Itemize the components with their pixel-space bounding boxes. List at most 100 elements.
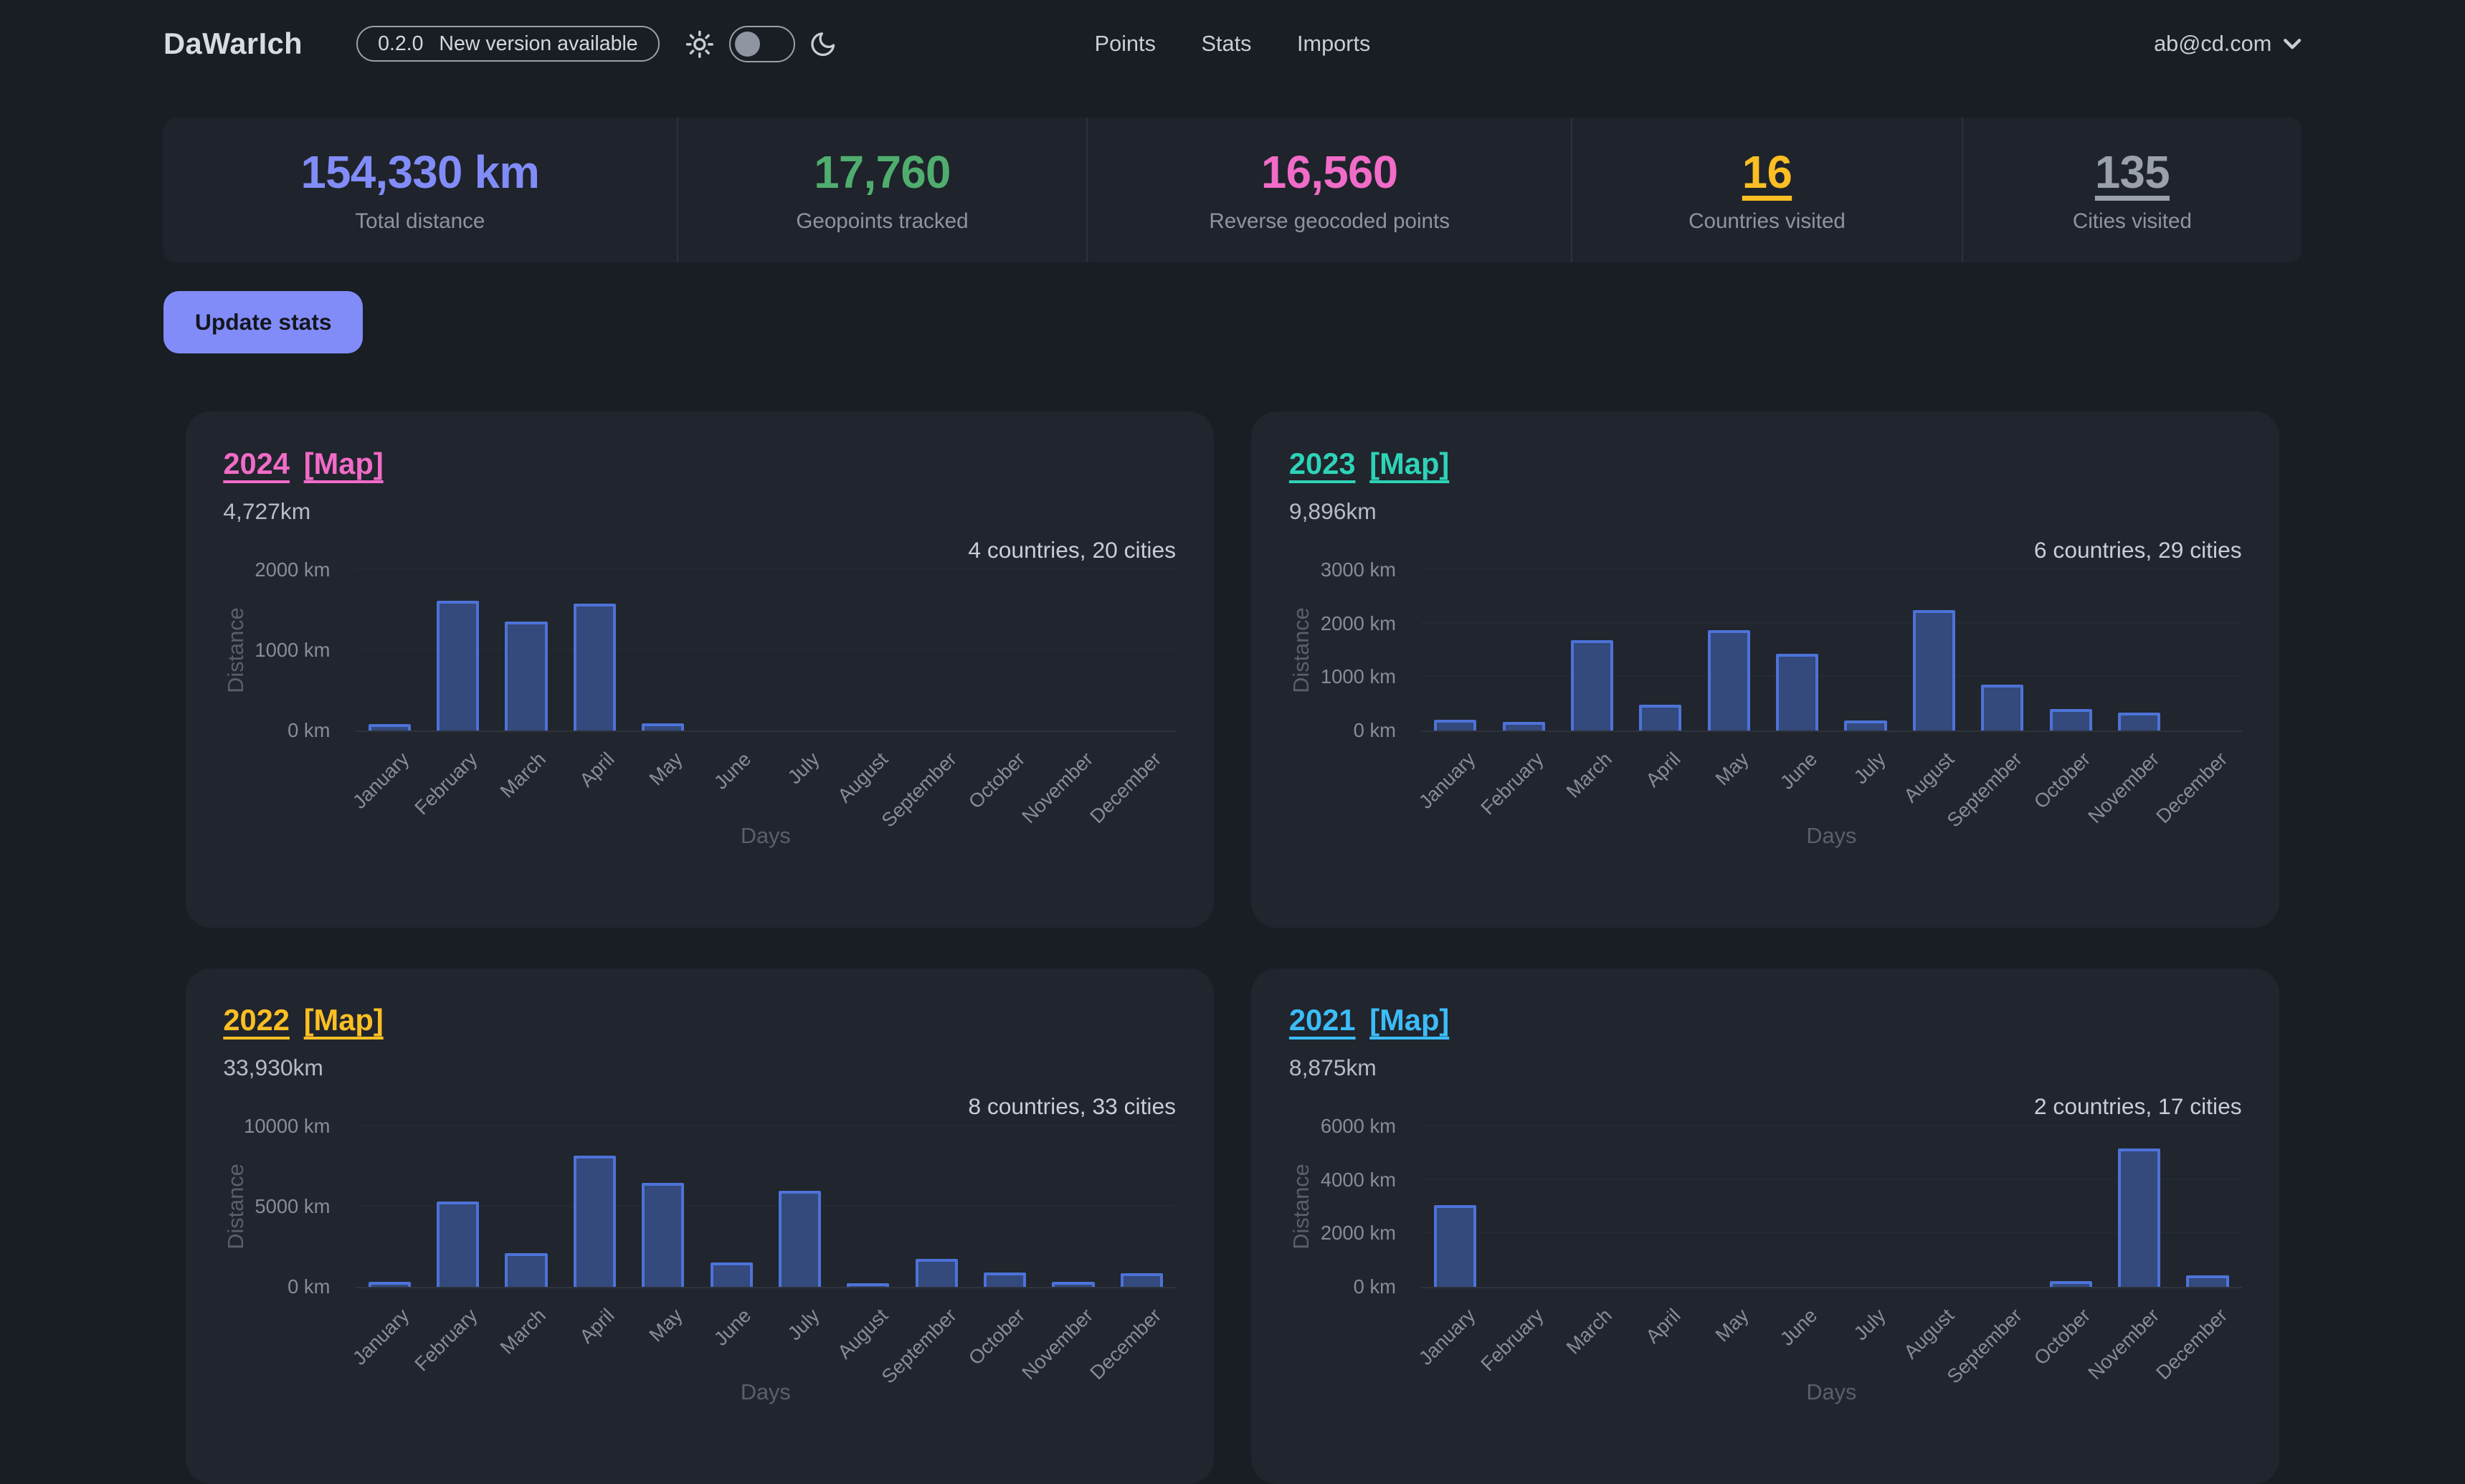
map-link[interactable]: [Map]	[1369, 447, 1449, 481]
x-axis-category-label: July	[783, 1304, 824, 1345]
y-tick-label: 4000 km	[1321, 1169, 1396, 1192]
year-link[interactable]: 2023	[1289, 447, 1356, 481]
x-axis-labels: JanuaryFebruaryMarchAprilMayJuneJulyAugu…	[356, 732, 1177, 823]
x-axis-category-label: May	[1711, 748, 1753, 790]
x-axis-labels: JanuaryFebruaryMarchAprilMayJuneJulyAugu…	[1421, 732, 2242, 823]
stat-label: Countries visited	[1689, 209, 1846, 234]
year-link[interactable]: 2021	[1289, 1003, 1356, 1037]
y-tick-label: 0 km	[288, 1275, 330, 1298]
x-axis-category-label: June	[710, 1304, 756, 1351]
stats-summary-bar: 154,330 km Total distance 17,760 Geopoin…	[163, 118, 2302, 262]
map-link[interactable]: [Map]	[304, 1003, 384, 1037]
top-nav: DaWarIch 0.2.0 New version available	[163, 0, 2302, 88]
year-distance: 4,727km	[223, 498, 1176, 525]
year-distance: 33,930km	[223, 1055, 1176, 1081]
x-axis-category-label: January	[348, 1304, 414, 1370]
y-tick-label: 1000 km	[1321, 665, 1396, 688]
stat-cities-visited: 135 Cities visited	[1962, 118, 2302, 262]
x-axis-category-label: December	[2152, 1304, 2232, 1384]
map-link[interactable]: [Map]	[1369, 1003, 1449, 1037]
x-axis-title: Days	[356, 823, 1177, 849]
year-card-2024: 2024 [Map] 4,727km 4 countries, 20 citie…	[186, 412, 1214, 927]
year-link[interactable]: 2022	[223, 1003, 290, 1037]
x-axis-category-label: August	[833, 1304, 893, 1364]
x-axis-category-label: January	[348, 748, 414, 814]
user-email: ab@cd.com	[2154, 31, 2271, 57]
bar-October	[984, 1273, 1026, 1287]
bar-May	[642, 1183, 684, 1287]
x-axis-category-label: January	[1414, 1304, 1480, 1370]
bar-April	[574, 1156, 616, 1287]
year-card-2023: 2023 [Map] 9,896km 6 countries, 29 citie…	[1251, 412, 2279, 927]
x-axis-category-label: May	[645, 1304, 688, 1346]
bar-January	[369, 1282, 411, 1287]
x-axis-category-label: February	[1476, 748, 1548, 819]
y-tick-label: 3000 km	[1321, 558, 1396, 581]
bar-October	[2050, 709, 2092, 731]
x-axis-category-label: September	[877, 748, 961, 832]
version-badge[interactable]: 0.2.0 New version available	[356, 26, 660, 62]
y-tick-label: 0 km	[288, 719, 330, 742]
stat-value: 16,560	[1261, 146, 1398, 199]
moon-icon	[809, 30, 837, 58]
x-axis-category-label: May	[645, 748, 688, 790]
x-axis-category-label: August	[1899, 1304, 1959, 1364]
countries-cities-summary: 4 countries, 20 cities	[223, 537, 1176, 563]
yearly-cards-grid: 2024 [Map] 4,727km 4 countries, 20 citie…	[186, 412, 2280, 1483]
nav-item-stats[interactable]: Stats	[1202, 31, 1252, 57]
distance-bar-chart-2022: Distance 0 km5000 km10000 km JanuaryFebr…	[223, 1126, 1176, 1425]
bar-September	[1981, 685, 2023, 730]
x-axis-category-label: December	[2152, 748, 2232, 828]
cities-visited-link[interactable]: 135	[2095, 146, 2170, 199]
x-axis-category-label: April	[1641, 1304, 1685, 1348]
bar-November	[2118, 1148, 2160, 1287]
x-axis-category-label: March	[496, 748, 551, 802]
countries-cities-summary: 2 countries, 17 cities	[1289, 1093, 2242, 1120]
x-axis-category-label: April	[575, 1304, 619, 1348]
stat-reverse-geocoded: 16,560 Reverse geocoded points	[1086, 118, 1571, 262]
x-axis-category-label: November	[1017, 1304, 1098, 1384]
x-axis-category-label: February	[411, 1304, 483, 1376]
bar-October	[2050, 1281, 2092, 1287]
year-link[interactable]: 2024	[223, 447, 290, 481]
year-distance: 8,875km	[1289, 1055, 2242, 1081]
theme-toggle[interactable]	[729, 26, 795, 62]
nav-item-points[interactable]: Points	[1095, 31, 1156, 57]
map-link[interactable]: [Map]	[304, 447, 384, 481]
distance-bar-chart-2023: Distance 0 km1000 km2000 km3000 km Janua…	[1289, 570, 2242, 869]
x-axis-category-label: November	[2084, 748, 2164, 828]
y-tick-label: 0 km	[1354, 1275, 1396, 1298]
x-axis-category-label: February	[411, 748, 483, 819]
y-tick-label: 1000 km	[255, 639, 330, 662]
nav-item-imports[interactable]: Imports	[1297, 31, 1370, 57]
gridline	[1421, 569, 2242, 570]
user-menu[interactable]: ab@cd.com	[2154, 31, 2302, 57]
x-axis-category-label: October	[964, 748, 1030, 814]
y-tick-label: 2000 km	[1321, 612, 1396, 635]
chart-plot-area	[356, 1126, 1177, 1288]
bar-June	[711, 1262, 753, 1287]
version-number: 0.2.0	[378, 32, 423, 56]
bar-August	[847, 1283, 889, 1286]
y-tick-label: 6000 km	[1321, 1115, 1396, 1138]
x-axis-labels: JanuaryFebruaryMarchAprilMayJuneJulyAugu…	[356, 1288, 1177, 1379]
x-axis-category-label: January	[1414, 748, 1480, 814]
y-axis-ticks: 0 km1000 km2000 km	[223, 570, 343, 731]
bar-July	[779, 1191, 821, 1287]
bar-April	[574, 604, 616, 731]
bar-January	[1434, 720, 1476, 731]
stat-countries-visited: 16 Countries visited	[1571, 118, 1962, 262]
bar-March	[505, 1253, 547, 1287]
y-tick-label: 0 km	[1354, 719, 1396, 742]
distance-bar-chart-2021: Distance 0 km2000 km4000 km6000 km Janua…	[1289, 1126, 2242, 1425]
year-distance: 9,896km	[1289, 498, 2242, 525]
x-axis-category-label: November	[2084, 1304, 2164, 1384]
bar-April	[1639, 705, 1681, 731]
countries-visited-link[interactable]: 16	[1742, 146, 1792, 199]
x-axis-category-label: March	[1562, 748, 1616, 802]
bar-July	[1844, 720, 1886, 730]
update-stats-button[interactable]: Update stats	[163, 291, 363, 354]
chart-plot-area	[356, 570, 1177, 732]
gridline	[1421, 675, 2242, 677]
x-axis-title: Days	[1421, 823, 2242, 849]
